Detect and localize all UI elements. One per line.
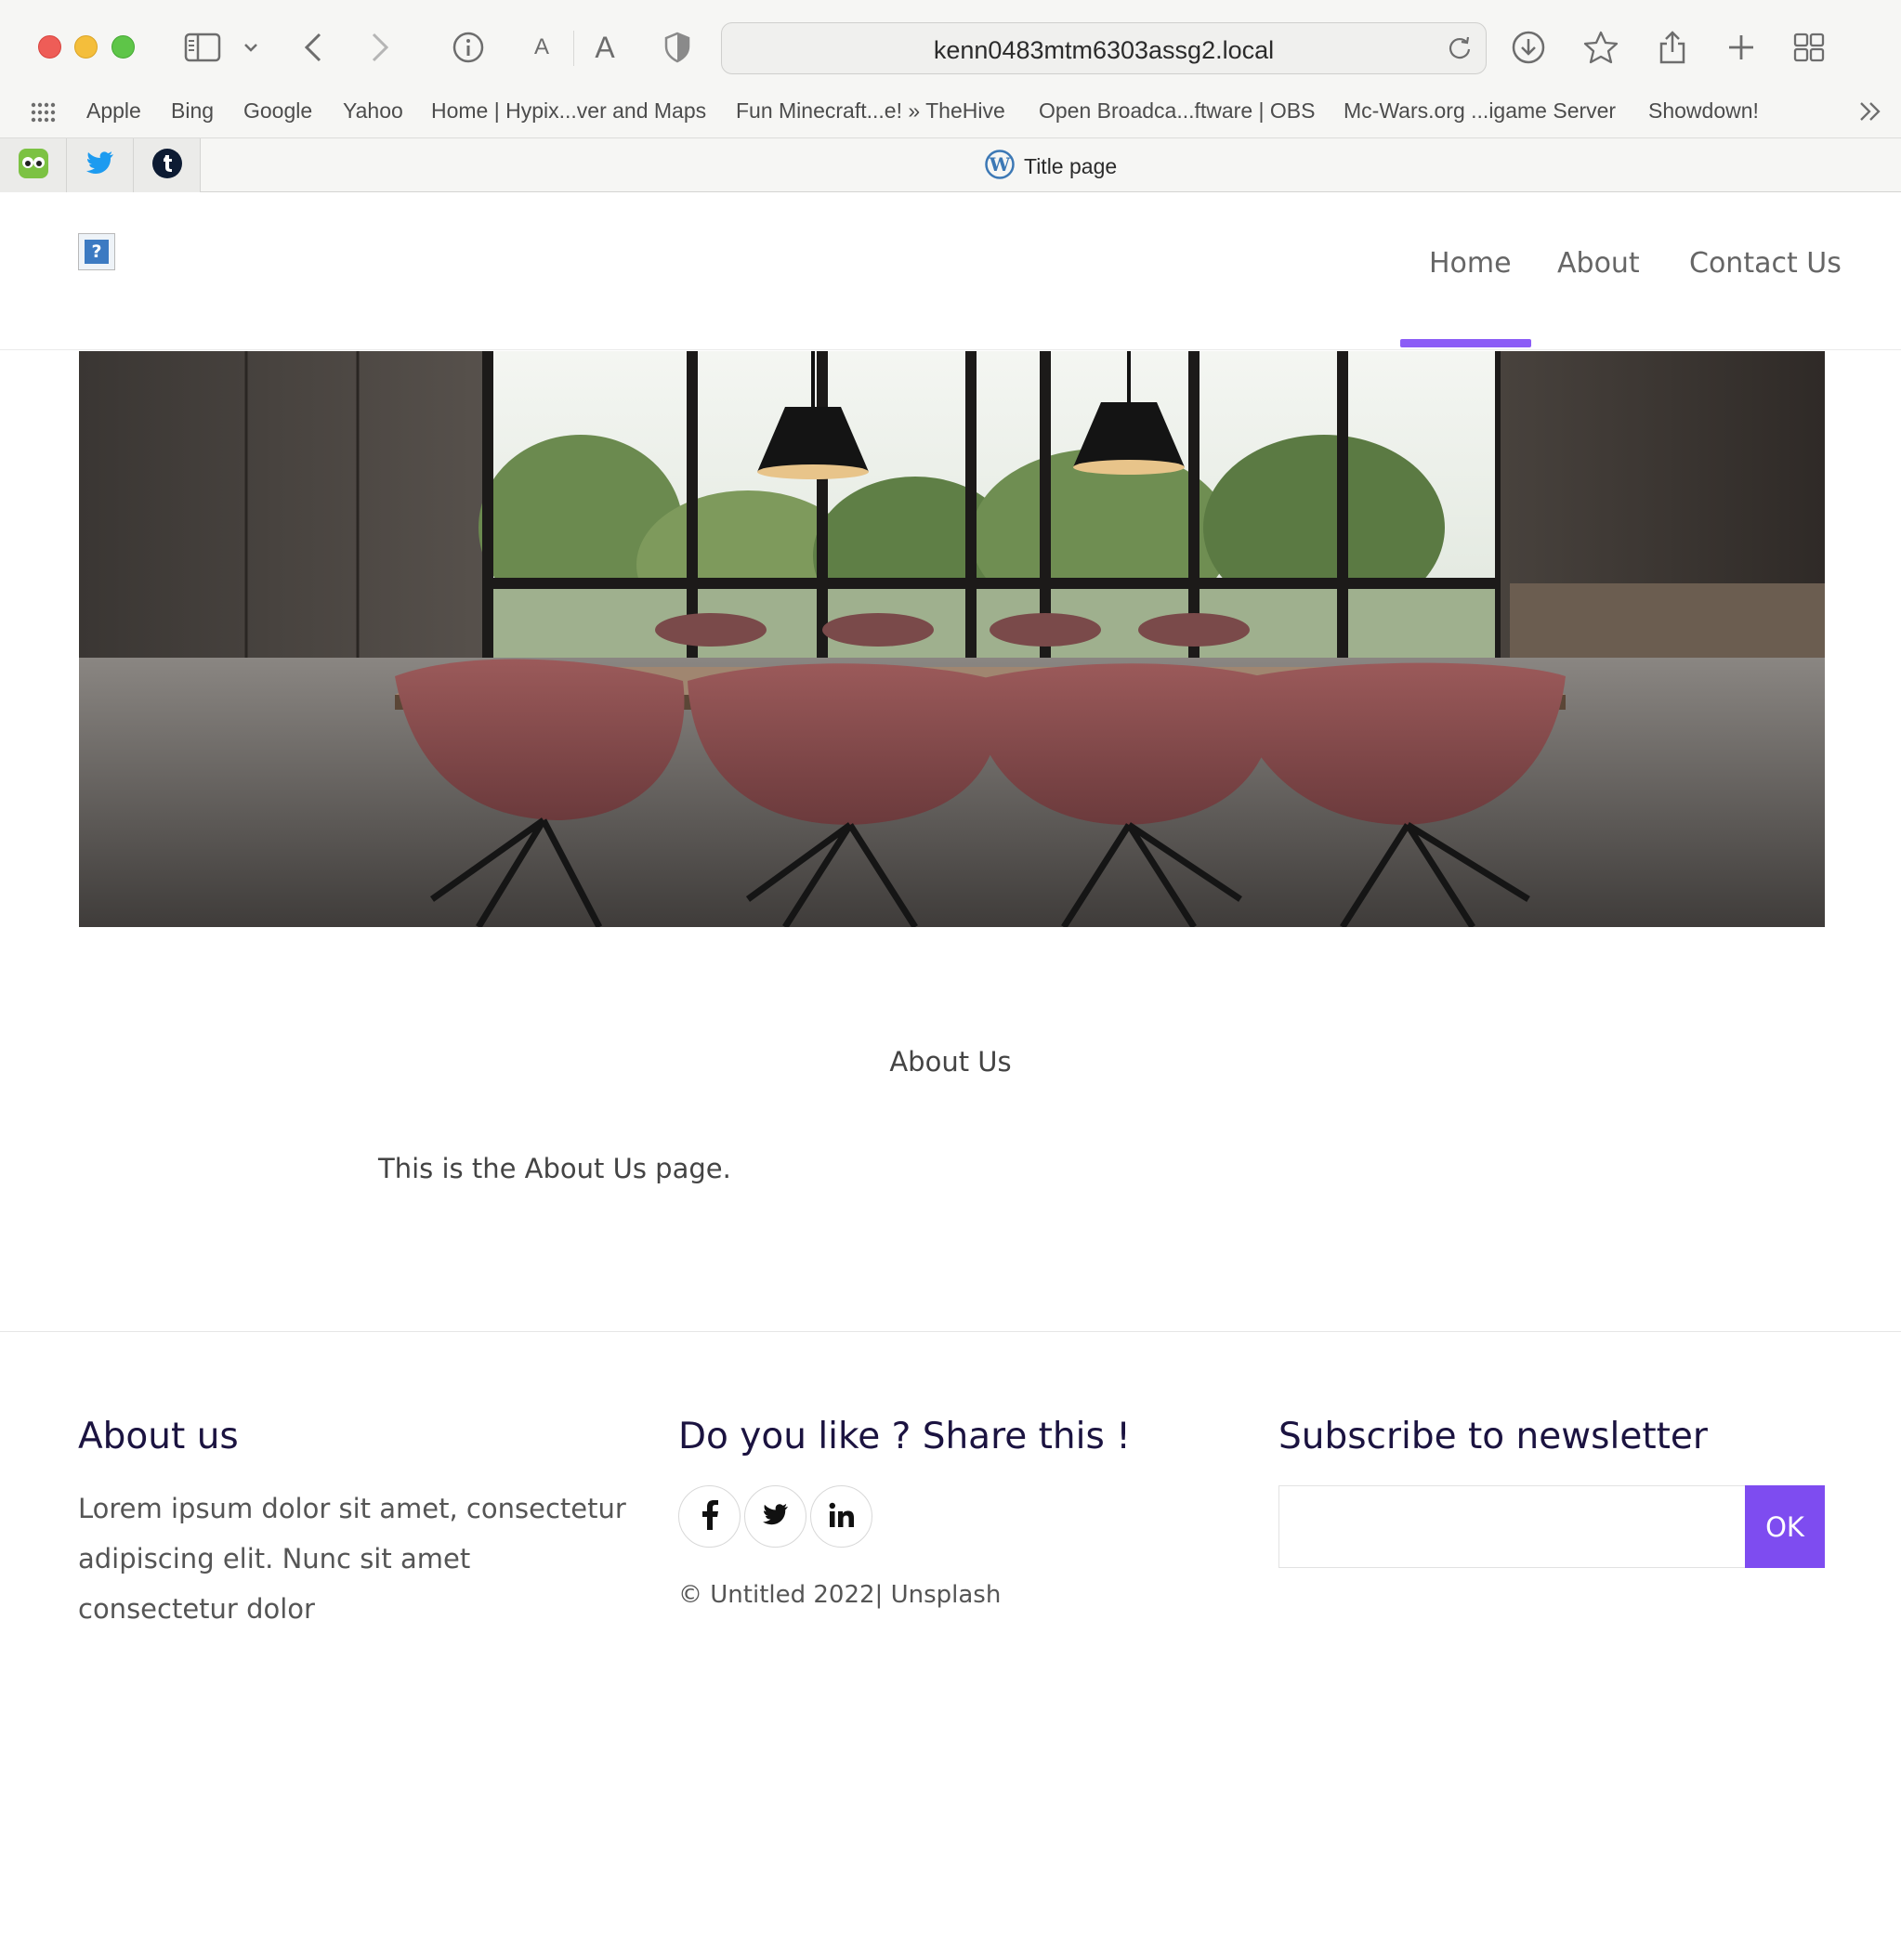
footer-newsletter-column: Subscribe to newsletter OK	[1278, 1416, 1825, 1568]
tab-overview-icon[interactable]	[1792, 24, 1826, 71]
newsletter-heading: Subscribe to newsletter	[1278, 1416, 1708, 1457]
bookmark-item[interactable]: Open Broadca...ftware | OBS	[1039, 98, 1315, 124]
nav-active-indicator	[1400, 339, 1531, 347]
back-arrow-icon[interactable]	[299, 24, 327, 71]
site-header: ? Home About Contact Us	[0, 193, 1901, 350]
browser-toolbar: A A kenn0483mtm6303assg2.local Apple Bin…	[0, 0, 1901, 192]
bookmark-item[interactable]: Mc-Wars.org ...igame Server	[1344, 98, 1616, 124]
linkedin-share-button[interactable]	[810, 1485, 872, 1548]
toolbar-divider	[573, 31, 574, 66]
active-tab[interactable]: W Title page	[985, 150, 1117, 183]
twitter-share-button[interactable]	[744, 1485, 806, 1548]
apps-grid-icon[interactable]	[30, 102, 56, 126]
footer-about-text: Lorem ipsum dolor sit amet, consectetur …	[78, 1493, 626, 1625]
bookmark-item[interactable]: Apple	[86, 98, 141, 124]
footer-share-column: Do you like ? Share this ! © Untitled 20…	[678, 1416, 1131, 1609]
newsletter-form: OK	[1278, 1485, 1825, 1568]
info-icon[interactable]	[450, 24, 487, 71]
share-icon[interactable]	[1656, 24, 1689, 71]
nav-about-link[interactable]: About	[1557, 247, 1640, 280]
social-buttons	[678, 1485, 1131, 1548]
zoom-window-button[interactable]	[111, 35, 135, 59]
download-icon[interactable]	[1510, 24, 1547, 71]
text-size-smaller-button[interactable]: A	[530, 24, 554, 71]
tab-bar: W Title page	[0, 137, 1901, 192]
pinned-tab-twitter[interactable]	[67, 138, 134, 192]
new-tab-plus-icon[interactable]	[1724, 24, 1758, 71]
sidebar-toggle-icon[interactable]	[182, 24, 223, 71]
active-tab-title: Title page	[1024, 153, 1118, 178]
nav-contact-link[interactable]: Contact Us	[1689, 247, 1842, 280]
bookmark-item[interactable]: Showdown!	[1648, 98, 1759, 124]
hero-image-meeting-room	[79, 351, 1825, 927]
forward-arrow-icon[interactable]	[366, 24, 394, 71]
address-bar[interactable]: kenn0483mtm6303assg2.local	[721, 22, 1487, 74]
text-size-larger-button[interactable]: A	[591, 24, 619, 71]
twitter-bird-icon	[85, 150, 115, 180]
more-bookmarks-chevron-icon[interactable]	[1858, 100, 1882, 126]
broken-logo-image-icon[interactable]: ?	[78, 233, 115, 270]
facebook-share-button[interactable]	[678, 1485, 741, 1548]
twitter-icon	[762, 1503, 790, 1531]
newsletter-email-input[interactable]	[1278, 1485, 1745, 1568]
web-page: ? Home About Contact Us About Us This is…	[0, 193, 1901, 1960]
star-bookmark-icon[interactable]	[1582, 24, 1619, 71]
reload-icon[interactable]	[1447, 35, 1473, 65]
nav-home-link[interactable]: Home	[1429, 247, 1512, 280]
newsletter-submit-button[interactable]: OK	[1745, 1485, 1825, 1568]
duolingo-owl-icon	[18, 148, 49, 183]
favorites-bar: Apple Bing Google Yahoo Home | Hypix...v…	[0, 91, 1901, 134]
linkedin-icon	[829, 1502, 855, 1532]
bookmark-item[interactable]: Home | Hypix...ver and Maps	[431, 98, 706, 124]
minimize-window-button[interactable]	[74, 35, 98, 59]
pinned-tab-tumblr[interactable]	[134, 138, 201, 192]
site-footer: About us Lorem ipsum dolor sit amet, con…	[0, 1331, 1901, 1960]
copyright-text: © Untitled 2022| Unsplash	[678, 1581, 1002, 1609]
hero-illustration	[79, 351, 1825, 927]
svg-text:W: W	[989, 153, 1011, 176]
facebook-icon	[701, 1499, 719, 1534]
wordpress-icon: W	[985, 150, 1015, 183]
footer-share-heading: Do you like ? Share this !	[678, 1416, 1131, 1457]
tumblr-icon	[151, 148, 183, 183]
pinned-tab-duolingo[interactable]	[0, 138, 67, 192]
footer-about-heading: About us	[78, 1416, 239, 1457]
bookmark-item[interactable]: Google	[243, 98, 312, 124]
footer-about-column: About us Lorem ipsum dolor sit amet, con…	[78, 1416, 626, 1634]
close-window-button[interactable]	[38, 35, 61, 59]
url-text: kenn0483mtm6303assg2.local	[933, 36, 1275, 64]
bookmark-item[interactable]: Fun Minecraft...e! » TheHive	[736, 98, 1005, 124]
privacy-shield-icon[interactable]	[662, 24, 693, 71]
page-body-text: This is the About Us page.	[378, 1153, 731, 1184]
missing-image-icon: ?	[85, 240, 109, 264]
bookmark-item[interactable]: Yahoo	[343, 98, 403, 124]
bookmark-item[interactable]: Bing	[171, 98, 214, 124]
chevron-down-icon[interactable]	[240, 24, 262, 71]
page-heading: About Us	[889, 1046, 1012, 1078]
